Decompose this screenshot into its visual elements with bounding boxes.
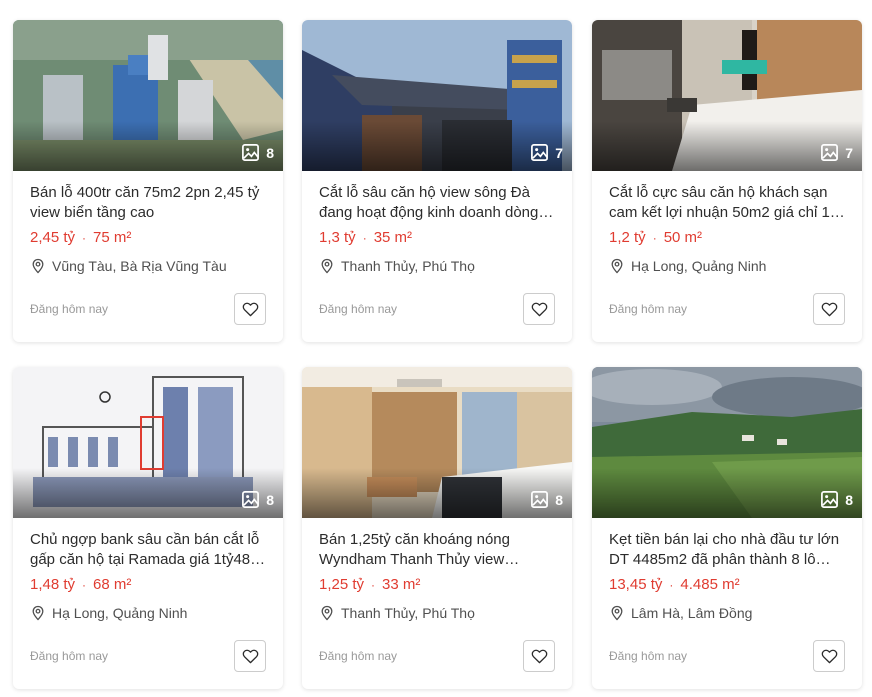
location-text: Hạ Long, Quảng Ninh [631, 258, 767, 274]
listing-title[interactable]: Chủ ngợp bank sâu cần bán cắt lỗ gấp căn… [30, 530, 266, 570]
map-pin-icon [611, 605, 623, 621]
listing-title[interactable]: Bán lỗ 400tr căn 75m2 2pn 2,45 tỷ view b… [30, 183, 266, 223]
photo-count: 8 [555, 491, 563, 508]
listing-area: 33 m² [382, 576, 421, 593]
listing-card[interactable]: 8 Chủ ngợp bank sâu cần bán cắt lỗ gấp c… [13, 367, 283, 689]
listing-area: 75 m² [93, 229, 132, 246]
listing-card[interactable]: 8 Kẹt tiền bán lại cho nhà đầu tư lớn DT… [592, 367, 862, 689]
image-icon [242, 144, 260, 161]
listing-photo[interactable]: 8 [592, 367, 862, 518]
listing-metrics: 1,48 tỷ · 68 m² [30, 576, 131, 593]
photo-count-badge: 8 [820, 490, 853, 509]
posted-time: Đăng hôm nay [30, 302, 109, 316]
photo-count: 7 [845, 144, 853, 161]
location-text: Thanh Thủy, Phú Thọ [341, 258, 475, 274]
listing-location: Hạ Long, Quảng Ninh [609, 258, 766, 274]
listing-card[interactable]: 7 Cắt lỗ cực sâu căn hộ khách sạn cam kế… [592, 20, 862, 342]
separator-dot: · [82, 231, 87, 245]
photo-count: 7 [555, 144, 563, 161]
heart-outline-icon [821, 302, 837, 316]
listing-price: 13,45 tỷ [609, 576, 663, 593]
map-pin-icon [321, 605, 333, 621]
listing-area: 50 m² [663, 229, 703, 246]
listing-location: Lâm Hà, Lâm Đồng [609, 605, 752, 621]
listing-metrics: 2,45 tỷ · 75 m² [30, 229, 131, 246]
map-pin-icon [32, 605, 44, 621]
photo-count-badge: 8 [530, 490, 563, 509]
separator-dot: · [362, 231, 367, 245]
listing-photo[interactable]: 8 [13, 20, 283, 171]
photo-count: 8 [266, 144, 274, 161]
listing-metrics: 1,3 tỷ · 35 m² [319, 229, 412, 246]
image-icon [242, 491, 260, 508]
map-pin-icon [611, 258, 623, 274]
listing-metrics: 13,45 tỷ · 4.485 m² [609, 576, 740, 593]
save-favorite-button[interactable] [813, 640, 845, 672]
listing-price: 1,48 tỷ [30, 576, 76, 593]
image-icon [821, 491, 839, 508]
map-pin-icon [32, 258, 44, 274]
heart-outline-icon [242, 649, 258, 663]
listing-card[interactable]: 7 Cắt lỗ sâu căn hộ view sông Đà đang ho… [302, 20, 572, 342]
listing-photo[interactable]: 8 [302, 367, 572, 518]
listing-grid: 8 Bán lỗ 400tr căn 75m2 2pn 2,45 tỷ view… [0, 0, 872, 697]
posted-time: Đăng hôm nay [30, 649, 109, 663]
listing-card[interactable]: 8 Bán lỗ 400tr căn 75m2 2pn 2,45 tỷ view… [13, 20, 283, 342]
listing-title[interactable]: Cắt lỗ cực sâu căn hộ khách sạn cam kết … [609, 183, 845, 223]
heart-outline-icon [821, 649, 837, 663]
save-favorite-button[interactable] [234, 640, 266, 672]
listing-photo[interactable]: 7 [302, 20, 572, 171]
listing-price: 1,3 tỷ [319, 229, 356, 246]
save-favorite-button[interactable] [813, 293, 845, 325]
listing-area: 68 m² [93, 576, 132, 593]
location-text: Lâm Hà, Lâm Đồng [631, 605, 753, 621]
map-pin-icon [321, 258, 333, 274]
listing-card[interactable]: 8 Bán 1,25tỷ căn khoáng nóng Wyndham Tha… [302, 367, 572, 689]
save-favorite-button[interactable] [234, 293, 266, 325]
photo-count: 8 [845, 491, 853, 508]
listing-price: 1,2 tỷ [609, 229, 646, 246]
separator-dot: · [669, 578, 674, 592]
photo-count-badge: 7 [530, 143, 563, 162]
heart-outline-icon [242, 302, 258, 316]
heart-outline-icon [531, 649, 547, 663]
listing-title[interactable]: Cắt lỗ sâu căn hộ view sông Đà đang hoạt… [319, 183, 555, 223]
listing-price: 1,25 tỷ [319, 576, 365, 593]
listing-title[interactable]: Kẹt tiền bán lại cho nhà đầu tư lớn DT 4… [609, 530, 845, 570]
listing-location: Thanh Thủy, Phú Thọ [319, 605, 475, 621]
location-text: Vũng Tàu, Bà Rịa Vũng Tàu [52, 258, 227, 274]
image-icon [531, 491, 549, 508]
photo-count-badge: 8 [241, 490, 274, 509]
heart-outline-icon [531, 302, 547, 316]
separator-dot: · [82, 578, 87, 592]
posted-time: Đăng hôm nay [609, 302, 688, 316]
photo-count-badge: 8 [241, 143, 274, 162]
listing-location: Thanh Thủy, Phú Thọ [319, 258, 475, 274]
save-favorite-button[interactable] [523, 640, 555, 672]
location-text: Thanh Thủy, Phú Thọ [341, 605, 475, 621]
posted-time: Đăng hôm nay [319, 649, 398, 663]
listing-title[interactable]: Bán 1,25tỷ căn khoáng nóng Wyndham Thanh… [319, 530, 555, 570]
photo-count: 8 [266, 491, 274, 508]
listing-location: Vũng Tàu, Bà Rịa Vũng Tàu [30, 258, 227, 274]
listing-area: 35 m² [373, 229, 413, 246]
location-text: Hạ Long, Quảng Ninh [52, 605, 188, 621]
image-icon [531, 144, 549, 161]
listing-area: 4.485 m² [680, 576, 740, 593]
separator-dot: · [652, 231, 657, 245]
photo-count-badge: 7 [820, 143, 853, 162]
image-icon [821, 144, 839, 161]
save-favorite-button[interactable] [523, 293, 555, 325]
listing-photo[interactable]: 7 [592, 20, 862, 171]
listing-photo[interactable]: 8 [13, 367, 283, 518]
listing-metrics: 1,2 tỷ · 50 m² [609, 229, 702, 246]
listing-price: 2,45 tỷ [30, 229, 76, 246]
listing-metrics: 1,25 tỷ · 33 m² [319, 576, 420, 593]
posted-time: Đăng hôm nay [319, 302, 398, 316]
listing-location: Hạ Long, Quảng Ninh [30, 605, 187, 621]
posted-time: Đăng hôm nay [609, 649, 688, 663]
separator-dot: · [371, 578, 376, 592]
